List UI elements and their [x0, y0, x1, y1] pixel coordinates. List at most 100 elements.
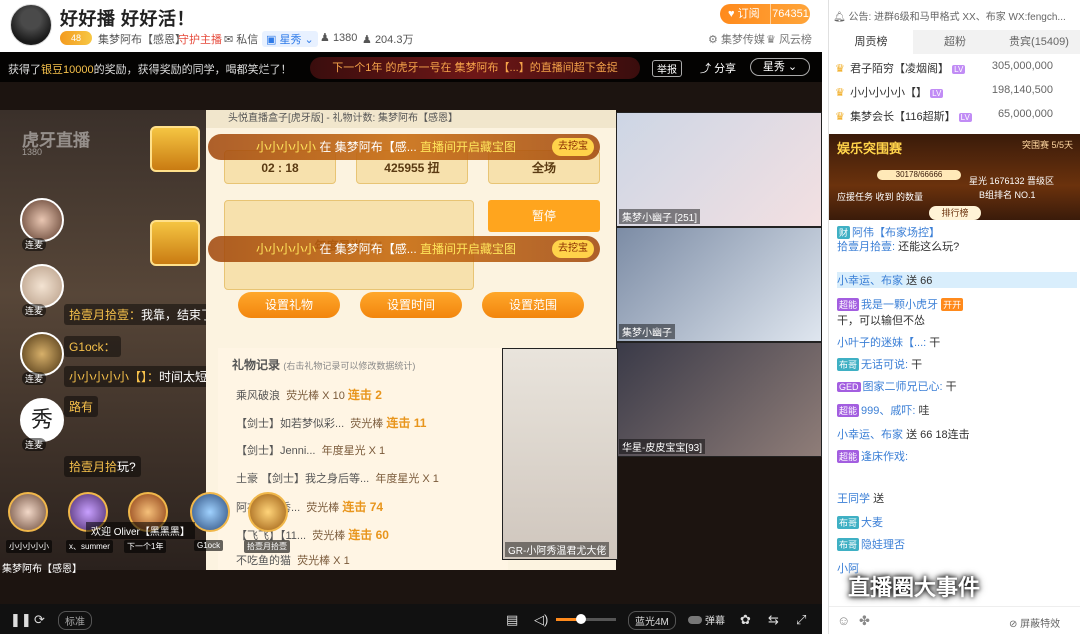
chat-input-bar[interactable]: ☺ ✤ ⊘ 屏蔽特效 — [829, 606, 1080, 634]
chat-list: 财阿伟【布家场控】 拾壹月拾壹: 还能这么玩? 小幸运、布家 送 66 超能 我是… — [829, 220, 1080, 606]
contest-round: 突围赛 5/5天 — [1021, 140, 1073, 150]
set-gift-button[interactable]: 设置礼物 — [238, 292, 340, 318]
fan-icon[interactable]: ✤ — [859, 613, 870, 629]
chat-message: 布哥 无话可说: 干 — [837, 358, 923, 371]
video-player[interactable]: 获得了银豆10000的奖励，获得奖励的同学，喝都笑烂了！ 下一个1年 的虎牙一号… — [0, 52, 822, 604]
report-button[interactable]: 举报 — [652, 60, 682, 77]
volume-icon[interactable]: ◁) — [534, 612, 548, 628]
gift-banner[interactable]: 下一个1年 的虎牙一号在 集梦阿布【...】的直播间超下金捉 — [310, 57, 640, 79]
bell-icon: 🔔︎ — [833, 12, 846, 23]
set-range-button[interactable]: 设置范围 — [482, 292, 584, 318]
rank-tabs: 周贡榜 超粉 贵宾(15409) — [829, 30, 1080, 54]
dig-button[interactable]: 去挖宝 — [552, 240, 594, 258]
toggle-icon — [688, 616, 702, 624]
rank-row[interactable]: ♛ 集梦会长【116超斯】 LV 65,000,000 — [835, 108, 1075, 130]
contest-panel[interactable]: 娱乐突围赛 突围赛 5/5天 30178/66666 应援任务 收到 的数量 星… — [829, 134, 1080, 220]
viewer-avatar-label: 下一个1年 — [124, 540, 167, 553]
gift-message: 王同学 送 — [837, 493, 885, 505]
subscribe-button[interactable]: ♥ 订阅 764351 — [720, 4, 810, 24]
viewer-avatar-label: x、summer — [66, 540, 113, 553]
dm-link[interactable]: ✉ 私信 — [224, 31, 258, 47]
crown-icon: ♛ — [835, 87, 845, 99]
contest-progress: 30178/66666 — [877, 170, 961, 180]
mic-avatar[interactable]: 秀 — [20, 398, 64, 442]
leaderboard-link[interactable]: ♛ 风云榜 — [766, 31, 812, 47]
overlay-chat-line: 小小小小小【】：时间太短了 — [64, 366, 225, 387]
effects-icon[interactable]: ✿ — [740, 612, 751, 628]
danmu-settings-icon[interactable]: ▤ — [506, 612, 518, 628]
mic-avatar[interactable] — [20, 332, 64, 376]
level-badge: 48 — [60, 31, 92, 45]
reward-notice: 获得了银豆10000的奖励，获得奖励的同学，喝都笑烂了！ — [8, 64, 292, 76]
main-camera[interactable]: GR-小阿秀温君尤大佬 — [502, 348, 618, 560]
streamer-name[interactable]: 集梦阿布【感恩】 — [98, 31, 186, 47]
gift-message: 小幸运、布家 送 66 18连击 — [837, 429, 970, 441]
mic-label: 连麦 — [22, 304, 47, 317]
room-header: 好好播 好好活！ 48 集梦阿布【感恩】 守护主播 ✉ 私信 ▣ 星秀 ⌄ ♟ … — [0, 0, 828, 52]
pk-camera[interactable]: 华星-皮皮宝宝[93] — [616, 342, 822, 457]
resolution-button[interactable]: 蓝光4M — [628, 611, 676, 630]
huya-room-id: 1380 — [22, 147, 43, 157]
gift-row[interactable]: 乘风破浪 荧光棒 X 10 连击 2 — [236, 386, 382, 403]
chat-message: 布哥 隐娃理否 — [837, 538, 906, 551]
volume-knob[interactable] — [576, 614, 586, 624]
pause-icon[interactable]: ❚❚ — [10, 612, 32, 628]
category-tag[interactable]: ▣ 星秀 ⌄ — [262, 31, 318, 47]
follower-count: ♟ 1380 — [320, 32, 358, 44]
group-link[interactable]: ⚙ 集梦传媒 — [708, 31, 765, 47]
contest-group-rank: B组排名 NO.1 — [979, 190, 1036, 200]
tab-weekly[interactable]: 周贡榜 — [829, 30, 913, 54]
chat-message: 超能 999、戚吓: 哇 — [837, 404, 930, 417]
mic-label: 连麦 — [22, 238, 47, 251]
chat-message: 干，可以输但不怂 — [837, 315, 925, 327]
emoji-icon[interactable]: ☺ — [837, 613, 850, 628]
star-select[interactable]: 星秀 ⌄ — [750, 58, 810, 76]
treasure-popup[interactable]: 小小小小小 在 集梦阿布【感... 直播间开启藏宝图 去挖宝 — [208, 236, 600, 262]
viewer-count: ♟ 204.3万 — [362, 34, 414, 46]
subscribe-icon: ♥ — [728, 8, 735, 20]
chat-message: GED 图家二师兄已心: 干 — [837, 381, 957, 393]
viewer-avatar[interactable] — [190, 492, 230, 532]
gift-log: 礼物记录 (右击礼物记录可以修改数据统计) 乘风破浪 荧光棒 X 10 连击 2… — [218, 348, 508, 570]
streamer-tag: 集梦阿布【感恩】 — [2, 564, 82, 575]
pk-camera[interactable]: 集梦小幽子 — [616, 227, 822, 342]
guard-link[interactable]: 守护主播 — [178, 31, 222, 47]
treasure-chest-icon — [150, 126, 200, 172]
quality-button[interactable]: 标准 — [58, 611, 92, 630]
gift-row[interactable]: 【剑士】Jenni... 年度星光 X 1 — [236, 442, 385, 458]
viewer-avatar[interactable] — [8, 492, 48, 532]
gift-row[interactable]: 【剑士】如若梦似彩... 荧光棒 连击 11 — [236, 414, 426, 431]
set-time-button[interactable]: 设置时间 — [360, 292, 462, 318]
fullscreen-icon[interactable]: ⤢ — [796, 612, 806, 628]
viewers-icon: ♟ — [362, 34, 372, 46]
viewer-avatar[interactable] — [248, 492, 288, 532]
dig-button[interactable]: 去挖宝 — [552, 138, 594, 156]
gift-row[interactable]: 土豪 【剑士】我之身后等... 年度星光 X 1 — [236, 470, 439, 486]
pk-camera[interactable]: 集梦小幽子 [251] — [616, 112, 822, 227]
mic-avatar[interactable] — [20, 264, 64, 308]
theater-mode-icon[interactable]: ⇆ — [768, 612, 779, 628]
danmu-toggle[interactable]: 弹幕 — [688, 612, 725, 627]
block-effects-toggle[interactable]: ⊘ 屏蔽特效 — [1009, 615, 1060, 630]
tab-superfans[interactable]: 超粉 — [913, 30, 997, 54]
rank-row[interactable]: ♛ 君子陌穷【凌烟阁】 LV 305,000,000 — [835, 60, 1075, 82]
fans-icon: ♟ — [320, 32, 330, 44]
play-icon: ▣ — [266, 34, 277, 46]
streamer-avatar[interactable] — [10, 4, 52, 46]
tab-vip[interactable]: 贵宾(15409) — [997, 30, 1080, 54]
mic-label: 连麦 — [22, 372, 47, 385]
crown-icon: ♛ — [835, 63, 845, 75]
ranking-button[interactable]: 排行榜 — [929, 206, 981, 220]
rank-row[interactable]: ♛ 小小小小小【】 LV 198,140,500 — [835, 84, 1075, 106]
chat-message: 超能 逢床作戏: — [837, 450, 909, 463]
viewer-avatar-label: 小小小小小 — [6, 540, 52, 553]
group-icon: ⚙ — [708, 34, 718, 46]
mic-avatar[interactable] — [20, 198, 64, 242]
welcome-message: 欢迎 Oliver【黑黑黑】 — [86, 522, 195, 539]
refresh-icon[interactable]: ⟳ — [34, 612, 45, 628]
pause-button[interactable]: 暂停 — [488, 200, 600, 232]
contest-starlight: 星光 1676132 晋级区 — [969, 176, 1055, 186]
treasure-popup[interactable]: 小小小小小 在 集梦阿布【感... 直播间开启藏宝图 去挖宝 — [208, 134, 600, 160]
share-button[interactable]: ⤴ 分享 — [700, 60, 736, 76]
gift-row[interactable]: 不吃鱼的猫 荧光棒 X 1 — [236, 552, 350, 568]
